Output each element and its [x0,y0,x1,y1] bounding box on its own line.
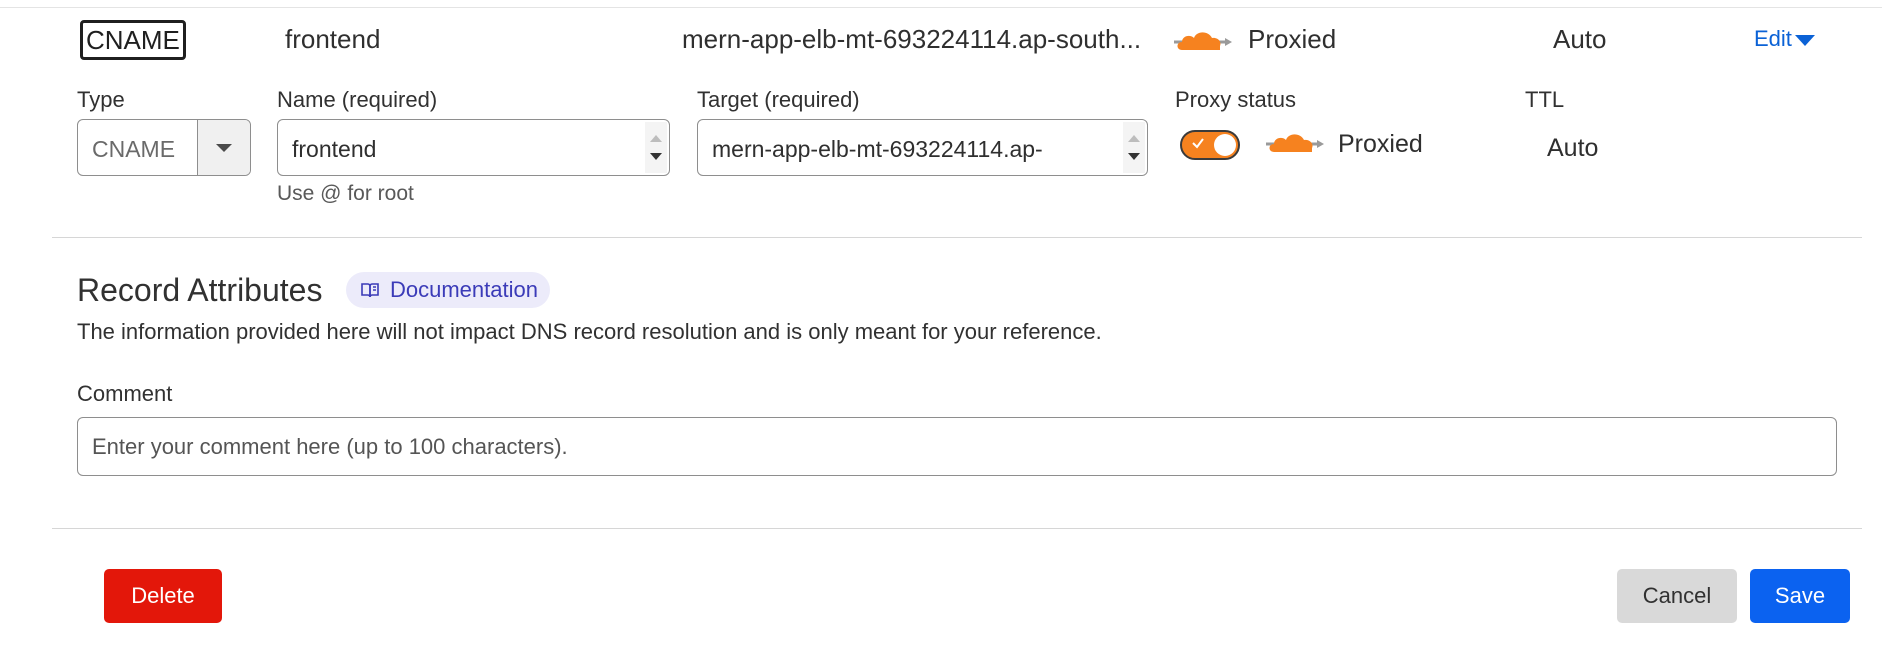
target-label: Target (required) [697,87,860,112]
toggle-knob [1214,134,1236,156]
actions-divider [52,528,1862,529]
check-icon [1192,138,1204,149]
type-select-value: CNAME [92,136,176,162]
orange-cloud-icon [1264,130,1326,159]
record-name: frontend [285,24,381,54]
caret-down-icon [1794,25,1816,55]
proxy-status-value: Proxied [1338,130,1423,158]
section-divider [52,237,1862,238]
save-button[interactable]: Save [1750,569,1850,623]
record-type-badge: CNAME [80,20,186,60]
documentation-link[interactable]: Documentation [346,272,550,308]
name-input[interactable]: frontend [277,119,670,176]
type-select[interactable]: CNAME [77,119,251,176]
caret-down-icon [216,144,232,152]
proxy-toggle[interactable] [1180,130,1240,160]
name-label: Name (required) [277,87,438,112]
ttl-label: TTL [1525,87,1565,112]
edit-label: Edit [1754,26,1792,51]
edit-button[interactable]: Edit [1754,24,1816,55]
record-target: mern-app-elb-mt-693224114.ap-south... [682,24,1142,54]
documentation-link-label: Documentation [390,277,538,302]
delete-button[interactable]: Delete [104,569,222,623]
target-input-value: mern-app-elb-mt-693224114.ap- [712,136,1043,162]
record-attributes-description: The information provided here will not i… [77,319,1102,344]
target-input[interactable]: mern-app-elb-mt-693224114.ap- [697,119,1148,176]
book-icon [361,283,379,298]
record-proxy-status: Proxied [1248,24,1337,54]
name-helper-text: Use @ for root [277,182,414,205]
spin-arrows-icon[interactable] [645,122,667,173]
proxy-status-label: Proxy status [1175,87,1297,112]
record-ttl: Auto [1553,24,1607,54]
comment-label: Comment [77,381,173,406]
cancel-button[interactable]: Cancel [1617,569,1737,623]
record-attributes-title: Record Attributes [77,272,323,308]
orange-cloud-icon [1172,28,1234,57]
top-divider [0,7,1882,8]
spin-arrows-icon[interactable] [1123,122,1145,173]
type-label: Type [77,87,125,112]
comment-input[interactable] [77,417,1837,476]
ttl-value: Auto [1547,134,1599,162]
name-input-value: frontend [292,136,377,162]
type-dropdown-button[interactable] [197,120,250,175]
